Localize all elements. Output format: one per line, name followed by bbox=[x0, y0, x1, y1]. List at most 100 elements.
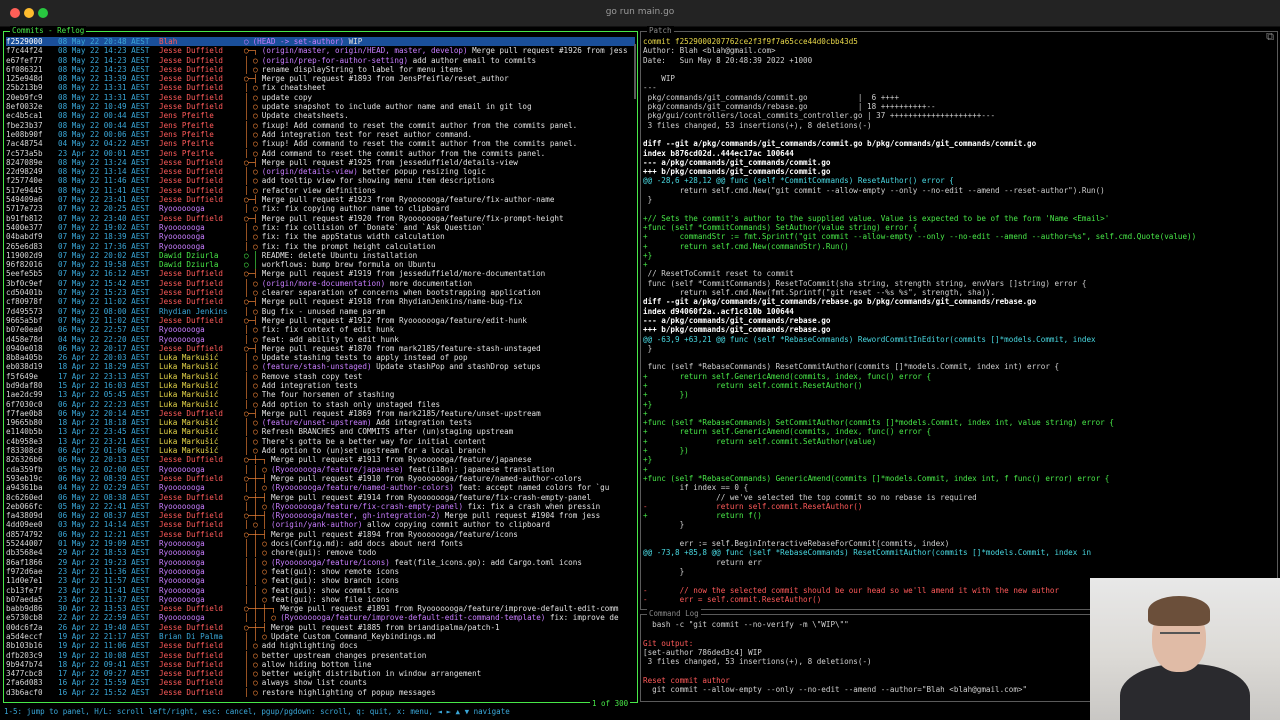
commit-row[interactable]: f83308c8 06 Apr 22 01:06 AEST Luka Markuši… bbox=[6, 446, 635, 455]
commit-row[interactable]: fbe23b37 08 May 22 00:44 AEST Jens Pfeifle… bbox=[6, 121, 635, 130]
commit-row[interactable]: 20eb9fc9 08 May 22 13:31 AEST Jesse Duffie… bbox=[6, 93, 635, 102]
commit-row[interactable]: 125e948d 08 May 22 13:39 AEST Jesse Duffie… bbox=[6, 74, 635, 83]
commit-row[interactable]: 119002d9 07 May 22 20:02 AEST Dawid Dziurl… bbox=[6, 251, 635, 260]
commit-row[interactable]: dfb203c9 19 Apr 22 10:08 AEST Jesse Duffie… bbox=[6, 651, 635, 660]
commit-row[interactable]: 593eb19c 06 May 22 08:39 AEST Jesse Duffie… bbox=[6, 474, 635, 483]
commit-row[interactable]: 0940e018 06 May 22 20:17 AEST Jesse Duffie… bbox=[6, 344, 635, 353]
commit-message-text: fixup! Add command to reset the commit a… bbox=[261, 120, 578, 130]
commit-row[interactable]: ec4b5ca1 08 May 22 00:44 AEST Jens Pfeifle… bbox=[6, 111, 635, 120]
commit-row[interactable]: f5f649e 17 Apr 22 23:13 AEST Luka Markušić… bbox=[6, 372, 635, 381]
patch-panel[interactable]: Patch commit f2529000207762ce2f3f9f7a65c… bbox=[640, 26, 1278, 610]
commit-hash: 8c6260ed bbox=[6, 492, 43, 502]
commit-row[interactable]: 1e08b90f 08 May 22 00:06 AEST Jens Pfeifle… bbox=[6, 130, 635, 139]
commit-row[interactable]: b07aeda5 23 Apr 22 11:37 AEST Ryooooooga │ … bbox=[6, 595, 635, 604]
commit-row[interactable]: babb9d86 30 Apr 22 13:53 AEST Jesse Duffie… bbox=[6, 604, 635, 613]
commit-row[interactable]: d458e78d 04 May 22 22:20 AEST Ryooooooga │ … bbox=[6, 335, 635, 344]
commit-row[interactable]: a5d4eccf 19 Apr 22 21:17 AEST Brian Di Pal… bbox=[6, 632, 635, 641]
commit-message-text: fix: improve de bbox=[549, 613, 619, 623]
commit-message: update copy bbox=[262, 93, 635, 102]
commit-row[interactable]: 8b8a405b 26 Apr 22 20:03 AEST Luka Markuši… bbox=[6, 353, 635, 362]
commit-row[interactable]: 04babdf9 07 May 22 18:39 AEST Ryooooooga │ … bbox=[6, 232, 635, 241]
commit-row[interactable]: 8247089e 08 May 22 13:24 AEST Jesse Duffie… bbox=[6, 158, 635, 167]
commit-author: Ryooooooga bbox=[159, 594, 205, 604]
commits-scrollbar[interactable] bbox=[634, 44, 636, 99]
commit-row[interactable]: c4b958e3 13 Apr 22 23:21 AEST Luka Markuši… bbox=[6, 437, 635, 446]
commit-graph-icon: │ ◯ │ bbox=[244, 520, 267, 530]
commit-row[interactable]: 2fa6d083 16 Apr 22 15:59 AEST Jesse Duffie… bbox=[6, 678, 635, 687]
commit-author: Jesse Duffield bbox=[159, 297, 224, 307]
commit-row[interactable]: 3477cbc8 17 Apr 22 09:27 AEST Jesse Duffie… bbox=[6, 669, 635, 678]
commit-row[interactable]: 7ac48754 04 May 22 04:22 AEST Jens Pfeifle… bbox=[6, 139, 635, 148]
commit-row[interactable]: 1ae2dc99 13 Apr 22 05:45 AEST Luka Markuši… bbox=[6, 390, 635, 399]
commit-row[interactable]: 549409a6 07 May 22 23:41 AEST Jesse Duffie… bbox=[6, 195, 635, 204]
commit-row[interactable]: 7d495573 07 May 22 08:00 AEST Rhydian Jenk… bbox=[6, 307, 635, 316]
commit-row[interactable]: e67fef77 08 May 22 14:23 AEST Jesse Duffie… bbox=[6, 56, 635, 65]
commit-row[interactable]: e5730cb8 22 Apr 22 22:59 AEST Ryooooooga │ … bbox=[6, 613, 635, 622]
commit-row[interactable]: f7fae0b8 06 May 22 20:14 AEST Jesse Duffie… bbox=[6, 409, 635, 418]
commit-message-text: refactor view definitions bbox=[261, 185, 377, 195]
commit-row[interactable]: fa43809d 06 May 22 08:37 AEST Jesse Duffie… bbox=[6, 511, 635, 520]
commit-row[interactable]: 96f82016 07 May 22 19:58 AEST Dawid Dziurl… bbox=[6, 260, 635, 269]
commit-row[interactable]: b07e0ea0 06 May 22 22:57 AEST Ryooooooga │ … bbox=[6, 325, 635, 334]
commit-row[interactable]: bd9daf80 15 Apr 22 16:03 AEST Luka Markuši… bbox=[6, 381, 635, 390]
commit-row[interactable]: 6f086321 08 May 22 14:23 AEST Jesse Duffie… bbox=[6, 65, 635, 74]
commit-row[interactable]: a94361ba 04 May 22 02:29 AEST Ryooooooga │ … bbox=[6, 483, 635, 492]
commit-row[interactable]: 11d0e7e1 23 Apr 22 11:57 AEST Ryooooooga │ … bbox=[6, 576, 635, 585]
commit-row[interactable]: 5400e377 07 May 22 19:02 AEST Ryooooooga │ … bbox=[6, 223, 635, 232]
commit-message: Update Custom_Command_Keybindings.md bbox=[271, 632, 635, 641]
commit-date: 16 Apr 22 15:59 AEST bbox=[58, 678, 150, 688]
commit-row[interactable]: 3bf0c9ef 07 May 22 15:42 AEST Jesse Duffie… bbox=[6, 279, 635, 288]
commit-row[interactable]: cf80978f 07 May 22 11:02 AEST Jesse Duffie… bbox=[6, 297, 635, 306]
commit-row[interactable]: f2529000 08 May 22 20:48 AEST Blah ◯ (HEAD -… bbox=[6, 37, 635, 47]
commit-row[interactable]: 5717e723 07 May 22 20:25 AEST Ryooooooga │ … bbox=[6, 204, 635, 213]
commit-row[interactable]: 5eefe5b5 07 May 22 16:12 AEST Jesse Duffie… bbox=[6, 269, 635, 278]
commits-panel-title[interactable]: Commits - Reflog bbox=[10, 26, 87, 36]
commit-row[interactable]: 8c6260ed 06 May 22 08:38 AEST Jesse Duffie… bbox=[6, 493, 635, 502]
commit-row[interactable]: db3568e4 29 Apr 22 18:53 AEST Ryooooooga │ … bbox=[6, 548, 635, 557]
commit-row[interactable]: b91fb812 07 May 22 23:40 AEST Jesse Duffie… bbox=[6, 214, 635, 223]
commit-row[interactable]: 8b103b16 19 Apr 22 11:06 AEST Jesse Duffie… bbox=[6, 641, 635, 650]
commit-row[interactable]: cd50401b 07 May 22 15:23 AEST Jesse Duffie… bbox=[6, 288, 635, 297]
commit-row[interactable]: 265e6d83 07 May 22 17:36 AEST Ryooooooga │ … bbox=[6, 242, 635, 251]
commit-row[interactable]: 00dc6f2a 26 Apr 22 19:40 AEST Jesse Duffie… bbox=[6, 623, 635, 632]
diff-line: --- a/pkg/commands/git_commands/commit.g… bbox=[643, 157, 831, 167]
commit-row[interactable]: 4dd09ee0 03 May 22 14:14 AEST Jesse Duffie… bbox=[6, 520, 635, 529]
commit-row[interactable]: 2eb066fc 05 May 22 22:41 AEST Ryooooooga │ … bbox=[6, 502, 635, 511]
commit-graph-icon: │ │ ◯ bbox=[244, 632, 267, 641]
commit-row[interactable]: 55244007 01 May 22 19:09 AEST Ryooooooga │ … bbox=[6, 539, 635, 548]
commit-graph-icon: │ │ ◯ bbox=[244, 483, 267, 493]
commit-hash: 5400e377 bbox=[6, 222, 43, 232]
commit-row[interactable]: f7c44f24 08 May 22 14:23 AEST Jesse Duffie… bbox=[6, 46, 635, 55]
commit-message-text: always show list counts bbox=[261, 678, 367, 688]
commit-row[interactable]: 19665b80 18 Apr 22 18:18 AEST Luka Markuši… bbox=[6, 418, 635, 427]
commits-panel[interactable]: Commits - Reflog f2529000 08 May 22 20:48… bbox=[3, 26, 638, 703]
commit-row[interactable]: e1140b5b 13 Apr 22 23:45 AEST Luka Markuši… bbox=[6, 427, 635, 436]
commit-row[interactable]: 8ef0032e 08 May 22 10:49 AEST Jesse Duffie… bbox=[6, 102, 635, 111]
commit-row[interactable]: 517e9445 08 May 22 11:41 AEST Jesse Duffie… bbox=[6, 186, 635, 195]
commit-message-text: better popup resizing logic bbox=[362, 167, 486, 177]
commit-row[interactable]: 86af1866 29 Apr 22 19:23 AEST Ryooooooga │ … bbox=[6, 558, 635, 567]
commit-row[interactable]: eb038d19 18 Apr 22 18:29 AEST Luka Markuši… bbox=[6, 362, 635, 371]
commit-row[interactable]: d3b6acf0 16 Apr 22 15:52 AEST Jesse Duffie… bbox=[6, 688, 635, 697]
diff-line: +++ b/pkg/commands/git_commands/rebase.g… bbox=[643, 325, 831, 335]
commit-row[interactable]: cda359fb 05 May 22 02:00 AEST Ryooooooga │ … bbox=[6, 465, 635, 474]
commit-graph-icon: │ ◯ bbox=[244, 120, 258, 130]
commit-author: Ryooooooga bbox=[159, 483, 205, 493]
commit-row[interactable]: 25b213b9 08 May 22 13:31 AEST Jesse Duffie… bbox=[6, 83, 635, 92]
commit-row[interactable]: 6f7030c0 06 Apr 22 22:23 AEST Luka Markuši… bbox=[6, 400, 635, 409]
commit-row[interactable]: 22d98249 08 May 22 13:14 AEST Jesse Duffie… bbox=[6, 167, 635, 176]
commit-hash: 4dd09ee0 bbox=[6, 520, 43, 530]
commit-row[interactable]: cb13fe7f 23 Apr 22 11:41 AEST Ryooooooga │ … bbox=[6, 586, 635, 595]
commit-row[interactable]: 7c573a5b 23 Apr 22 00:01 AEST Jens Pfeifle… bbox=[6, 149, 635, 158]
commit-graph-icon: │ ◯ bbox=[244, 167, 258, 177]
commit-row[interactable]: 9b947b74 18 Apr 22 09:41 AEST Jesse Duffie… bbox=[6, 660, 635, 669]
commit-row[interactable]: 826326b6 06 May 22 20:13 AEST Jesse Duffie… bbox=[6, 455, 635, 464]
commit-list[interactable]: f2529000 08 May 22 20:48 AEST Blah ◯ (HEAD -… bbox=[6, 37, 635, 697]
commit-row[interactable]: 9665a5bf 07 May 22 11:02 AEST Jesse Duffie… bbox=[6, 316, 635, 325]
commit-row[interactable]: d8574792 06 May 22 12:21 AEST Jesse Duffie… bbox=[6, 530, 635, 539]
commit-row[interactable]: f257740e 08 May 22 11:46 AEST Jesse Duffie… bbox=[6, 176, 635, 185]
webcam-overlay bbox=[1090, 578, 1280, 720]
commit-hash: a94361ba bbox=[6, 483, 43, 493]
commit-row[interactable]: f972d6ae 23 Apr 22 11:36 AEST Ryooooooga │ … bbox=[6, 567, 635, 576]
commit-author: Ryooooooga bbox=[159, 334, 205, 344]
